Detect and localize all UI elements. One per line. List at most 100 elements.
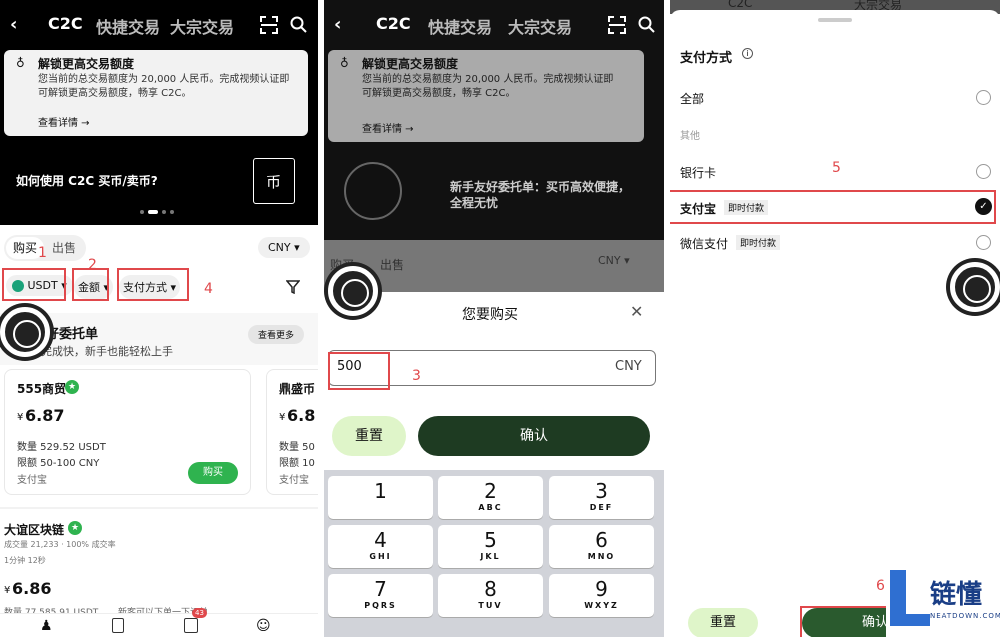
- highlight-box-3: [328, 352, 390, 390]
- hero-area: ♁ 解锁更高交易额度 您当前的总交易额度为 20,000 人民币。完成视频认证即…: [0, 50, 318, 225]
- step-label-3: 3: [412, 368, 421, 384]
- key-9[interactable]: 9 WXYZ: [549, 574, 654, 617]
- nav-profile-icon[interactable]: ☺: [256, 618, 271, 634]
- tab-quick-trade[interactable]: 快捷交易: [96, 14, 160, 38]
- nav-message-icon[interactable]: [184, 618, 198, 633]
- screen-1-c2c-market: ‹ C2C 快捷交易 大宗交易 ♁ 解锁更高交易额度 您当前的总交易额度为 20…: [0, 0, 318, 637]
- hero-area: ♁ 解锁更高交易额度 您当前的总交易额度为 20,000 人民币。完成视频认证即…: [324, 50, 664, 240]
- section-subtitle: 、完成快，新手也能轻松上手: [30, 345, 173, 358]
- tab-bulk-trade[interactable]: 大宗交易: [170, 14, 234, 38]
- banner-text-line2[interactable]: 全程无忧: [450, 194, 498, 211]
- drag-handle[interactable]: [818, 18, 852, 22]
- step-label-2: 2: [88, 257, 97, 273]
- key-1[interactable]: 1: [328, 476, 433, 519]
- notice-detail-link[interactable]: 查看详情 →: [38, 114, 90, 129]
- merchant-3-price: 6.86: [12, 579, 52, 598]
- banner-text-line1[interactable]: 新手友好委托单：买币高效便捷，: [450, 178, 630, 195]
- key-6[interactable]: 6 MNO: [549, 525, 654, 568]
- notice-title: 解锁更高交易额度: [362, 57, 459, 71]
- highlight-box-1: [2, 268, 66, 301]
- view-more-button[interactable]: 查看更多: [248, 325, 305, 344]
- buy-amount-sheet: 您要购买 ✕ 500 CNY 3 重置 确认 1 2 ABC 3 DEF 4 GHI …: [324, 292, 664, 637]
- tab-c2c[interactable]: C2C: [376, 14, 411, 33]
- scan-icon[interactable]: [260, 16, 278, 34]
- tab-quick-trade[interactable]: 快捷交易: [428, 14, 492, 38]
- sell-tab[interactable]: 出售: [52, 239, 76, 256]
- merchant-3-stats: 成交量 21,233 · 100% 成交率: [4, 540, 116, 549]
- sell-tab: 出售: [380, 258, 405, 272]
- buy-button[interactable]: 购买: [188, 462, 238, 484]
- top-nav: ‹ C2C 快捷交易 大宗交易: [0, 0, 318, 50]
- notice-card: ♁ 解锁更高交易额度 您当前的总交易额度为 20,000 人民币。完成视频认证即…: [4, 50, 308, 136]
- tab-bulk-trade[interactable]: 大宗交易: [508, 14, 572, 38]
- watermark-cn: 链懂: [930, 580, 983, 610]
- merchant-payment: 支付宝: [17, 475, 47, 486]
- merchant-quantity: 数量 529.52 USDT: [17, 442, 106, 453]
- tab-c2c: C2C: [728, 0, 753, 10]
- confirm-button[interactable]: 确认: [418, 416, 650, 456]
- search-icon[interactable]: [290, 16, 308, 34]
- highlight-box-6: [800, 606, 890, 637]
- key-3[interactable]: 3 DEF: [549, 476, 654, 519]
- merchant-2-limit: 限额 10: [279, 458, 315, 469]
- notice-detail-link[interactable]: 查看详情 →: [362, 120, 414, 135]
- reset-button[interactable]: 重置: [688, 608, 758, 637]
- bottom-nav: ♟ 43 ☺: [0, 608, 318, 637]
- key-2[interactable]: 2 ABC: [438, 476, 543, 519]
- info-icon[interactable]: i: [742, 48, 753, 59]
- radio-wechat-pay[interactable]: [976, 235, 991, 250]
- assistive-touch-icon[interactable]: [950, 262, 1000, 312]
- merchant-2-price: 6.8: [287, 406, 316, 425]
- merchant-2-price-symbol: ¥: [279, 412, 286, 423]
- carousel-dots: [140, 210, 180, 214]
- scan-icon[interactable]: [608, 16, 626, 34]
- merchant-2-payment: 支付宝: [279, 475, 309, 486]
- notice-card: ♁ 解锁更高交易额度 您当前的总交易额度为 20,000 人民币。完成视频认证即…: [328, 50, 644, 142]
- merchant-2-quantity: 数量 50: [279, 442, 315, 453]
- nav-home-icon[interactable]: ♟: [40, 618, 53, 634]
- section-title: 好委托单: [46, 327, 99, 342]
- merchant-3-price-symbol: ¥: [4, 585, 11, 596]
- option-wechat-pay[interactable]: 微信支付: [680, 235, 728, 252]
- merchant-3-time: 1分钟 12秒: [4, 556, 46, 565]
- amount-unit: CNY: [615, 359, 642, 374]
- back-icon[interactable]: ‹: [334, 14, 341, 35]
- key-5[interactable]: 5 JKL: [438, 525, 543, 568]
- tab-c2c[interactable]: C2C: [48, 14, 83, 33]
- option-all[interactable]: 全部: [680, 90, 704, 107]
- screen-2-amount-input: ‹ C2C 快捷交易 大宗交易 ♁ 解锁更高交易额度 您当前的总交易额度为 20…: [324, 0, 664, 637]
- assistive-touch-icon[interactable]: [328, 266, 378, 316]
- currency-select[interactable]: CNY ▾: [258, 237, 310, 258]
- radio-bank-card[interactable]: [976, 164, 991, 179]
- notice-body-line2: 可解锁更高交易额度，畅享 C2C。: [38, 88, 192, 99]
- reset-button[interactable]: 重置: [332, 416, 406, 456]
- key-7[interactable]: 7 PQRS: [328, 574, 433, 617]
- merchant-limit: 限额 50-100 CNY: [17, 458, 100, 469]
- screen-3-payment-method: C2C 大宗交易 支付方式 i 全部 其他 银行卡 5 支付宝 即时付款 ✓ 微…: [670, 0, 1000, 637]
- other-section-label: 其他: [680, 131, 700, 142]
- merchant-card-2[interactable]: 鼎盛币 ¥ 6.8 数量 50 限额 10 支付宝: [266, 369, 318, 495]
- banner-text[interactable]: 如何使用 C2C 买币/卖币?: [16, 172, 158, 189]
- verified-icon: ★: [65, 380, 79, 394]
- price-symbol: ¥: [17, 412, 24, 423]
- merchant-price: 6.87: [25, 406, 65, 425]
- back-icon[interactable]: ‹: [10, 14, 17, 35]
- merchant-card[interactable]: 555商贸 ★ ¥ 6.87 数量 529.52 USDT 限额 50-100 …: [4, 369, 251, 495]
- close-icon[interactable]: ✕: [630, 302, 643, 321]
- assistive-touch-icon[interactable]: [0, 307, 50, 357]
- merchant-3-name[interactable]: 大谊区块链: [4, 521, 64, 538]
- key-4[interactable]: 4 GHI: [328, 525, 433, 568]
- notice-body-line2: 可解锁更高交易额度，畅享 C2C。: [362, 88, 516, 99]
- step-label-5: 5: [832, 160, 841, 176]
- filter-icon[interactable]: [286, 280, 300, 294]
- watermark-logo: 链懂 NEATDOWN.COM: [886, 566, 1000, 637]
- nav-orders-icon[interactable]: [112, 618, 124, 633]
- coin-banner-icon: 币: [253, 158, 295, 204]
- market-list: 购买 出售 CNY ▾ USDT ▾ 金额 ▾ 支付方式 ▾ 1 2 4 好委托…: [0, 225, 318, 637]
- radio-all[interactable]: [976, 90, 991, 105]
- step-label-6: 6: [876, 578, 885, 594]
- divider: [0, 507, 318, 509]
- key-8[interactable]: 8 TUV: [438, 574, 543, 617]
- search-icon[interactable]: [638, 16, 656, 34]
- option-bank-card[interactable]: 银行卡: [680, 164, 716, 181]
